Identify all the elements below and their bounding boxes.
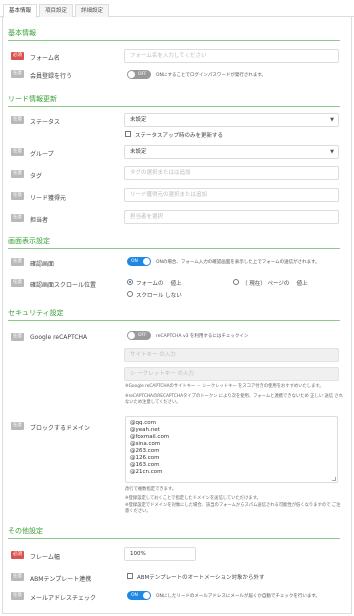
section-divider: [8, 320, 340, 321]
optional-badge: 任意: [11, 422, 24, 430]
form-name-input[interactable]: フォーム名を入力してください: [124, 49, 339, 63]
tab-detail-settings[interactable]: 詳細設定: [75, 4, 109, 17]
status-label: ステータス: [30, 119, 61, 126]
scroll-none-label: スクロール しない: [136, 293, 182, 299]
optional-badge: 任意: [11, 258, 24, 266]
toggle-text: OFF: [138, 72, 147, 77]
scroll-page-top-label: （ 現在） ページの 値上: [242, 281, 308, 287]
optional-badge: 任意: [11, 573, 24, 581]
toggle-knob: [143, 592, 150, 599]
confirm-screen-toggle[interactable]: ON: [127, 257, 151, 266]
optional-badge: 任意: [11, 214, 24, 222]
block-domain-label: ブロックするドメイン: [30, 425, 91, 432]
confirm-screen-note: ONの場合、フォーム入力の確認画面を表示した上でフォームの送信がされます。: [156, 260, 320, 265]
section-title-lead: リード情報更新: [8, 95, 57, 103]
scroll-page-top-radio[interactable]: [233, 279, 239, 285]
abm-exclude-checkbox[interactable]: [127, 573, 133, 579]
scroll-form-top-label: フォームの 値上: [136, 281, 182, 287]
frame-width-label: フレーム幅: [30, 554, 60, 561]
tab-basic-info[interactable]: 基本情報: [3, 4, 37, 18]
optional-badge: 任意: [11, 333, 24, 341]
domain-line: @263.com: [130, 448, 160, 454]
optional-badge: 任意: [11, 592, 24, 600]
tag-input[interactable]: タグの選択またはは追加: [124, 166, 339, 180]
status-up-only-label: ステータスアップ時のみを更新する: [135, 133, 224, 139]
member-registration-note: ONにすることでログインパスワードが発行されます。: [156, 73, 266, 78]
domain-line: @sina.com: [130, 441, 161, 447]
toggle-text: ON: [131, 259, 138, 264]
required-badge: 必須: [11, 52, 24, 60]
section-divider: [8, 40, 340, 41]
recaptcha-secret-key-input[interactable]: シ ークレットキー の入力: [124, 367, 339, 381]
optional-badge: 任意: [11, 116, 24, 124]
scroll-position-label: 確認画面スクロール位置: [30, 282, 97, 289]
group-select[interactable]: 未設定 ▼: [124, 145, 339, 159]
required-badge: 必須: [11, 551, 24, 559]
recaptcha-help-2: ※reCAPTCHAのRECAPTCHAタイプのトークン により次を使用、フォー…: [125, 394, 343, 405]
tab-bar: 基本情報 項目設定 詳細設定: [0, 0, 354, 18]
block-domain-help-3: ※登録設定でドメインを対象にした場合、該当のフォームからスパム送信される可能性が…: [125, 503, 341, 514]
optional-badge: 任意: [11, 148, 24, 156]
toggle-text: OFF: [138, 333, 147, 338]
block-domain-help-1: 改行で複数指定できます。: [125, 487, 177, 492]
optional-badge: 任意: [11, 70, 24, 78]
abm-template-label: ABMテンプレート連携: [30, 576, 92, 583]
domain-line: @21cn.com: [130, 469, 163, 475]
domain-line: @126.com: [130, 455, 160, 461]
domain-line: @163.com: [130, 462, 160, 468]
section-divider: [8, 538, 340, 539]
owner-label: 担当者: [30, 217, 49, 224]
section-title-display: 画面表示設定: [8, 237, 50, 245]
section-title-security: セキュリティ設定: [8, 309, 64, 317]
status-select[interactable]: 未設定 ▼: [124, 113, 339, 127]
domain-line: @foxmail.com: [130, 434, 170, 440]
scroll-form-top-radio[interactable]: [127, 279, 133, 285]
toggle-knob: [128, 71, 135, 78]
status-select-value: 未設定: [130, 117, 147, 123]
toggle-knob: [143, 258, 150, 265]
toggle-text: ON: [131, 593, 138, 598]
mail-check-label: メールアドレスチェック: [30, 595, 97, 602]
domain-line: @qq.com: [130, 420, 156, 426]
owner-input[interactable]: 担当者を選択: [124, 210, 339, 224]
scroll-none-radio[interactable]: [127, 291, 133, 297]
tab-field-settings[interactable]: 項目設定: [39, 4, 73, 17]
section-title-basic: 基本情報: [8, 29, 36, 37]
mail-check-note: ONにしたリードのメールアドレスにメールが届くか自動でチェックを行います。: [156, 594, 320, 599]
recaptcha-site-key-input[interactable]: サイトキー の入力: [124, 348, 339, 362]
lead-source-input[interactable]: リード獲得元の選択または追加: [124, 188, 339, 202]
status-up-only-checkbox[interactable]: [125, 131, 131, 137]
recaptcha-note: reCAPTCHA v3 を利用するにはチェックイン: [156, 334, 249, 339]
block-domain-textarea[interactable]: @qq.com @yeah.net @foxmail.com @sina.com…: [125, 416, 338, 483]
section-divider: [8, 248, 340, 249]
optional-badge: 任意: [11, 170, 24, 178]
domain-line: @yeah.net: [130, 427, 160, 433]
optional-badge: 任意: [11, 192, 24, 200]
group-label: グループ: [30, 151, 54, 158]
group-select-value: 未設定: [130, 149, 147, 155]
section-divider: [8, 106, 340, 107]
tag-label: タグ: [30, 173, 43, 180]
resize-handle[interactable]: [332, 477, 336, 481]
recaptcha-label: Google reCAPTCHA: [30, 334, 88, 341]
member-registration-toggle[interactable]: OFF: [127, 70, 151, 79]
section-title-other: その他設定: [8, 527, 43, 535]
confirm-screen-label: 確認画面: [30, 261, 55, 268]
member-registration-label: 会員登録を行う: [30, 73, 73, 80]
mail-check-toggle[interactable]: ON: [127, 591, 151, 600]
chevron-down-icon: ▼: [330, 149, 334, 155]
chevron-down-icon: ▼: [330, 117, 334, 123]
block-domain-help-2: ※登録設定しておくことで指定したドメインを送信していただけます。: [125, 496, 261, 501]
optional-badge: 任意: [11, 279, 24, 287]
recaptcha-help-1: ※Google reCAPTCHAのサイトキー ・ シークレットキー をスコア付…: [125, 384, 324, 389]
abm-exclude-label: ABMテンプレートのオートメーション対象から外す: [137, 575, 265, 581]
form-name-label: フォーム名: [30, 55, 60, 62]
lead-source-label: リード獲得元: [30, 195, 67, 202]
frame-width-input[interactable]: 100%: [124, 547, 196, 561]
recaptcha-toggle[interactable]: OFF: [127, 331, 151, 340]
toggle-knob: [128, 332, 135, 339]
